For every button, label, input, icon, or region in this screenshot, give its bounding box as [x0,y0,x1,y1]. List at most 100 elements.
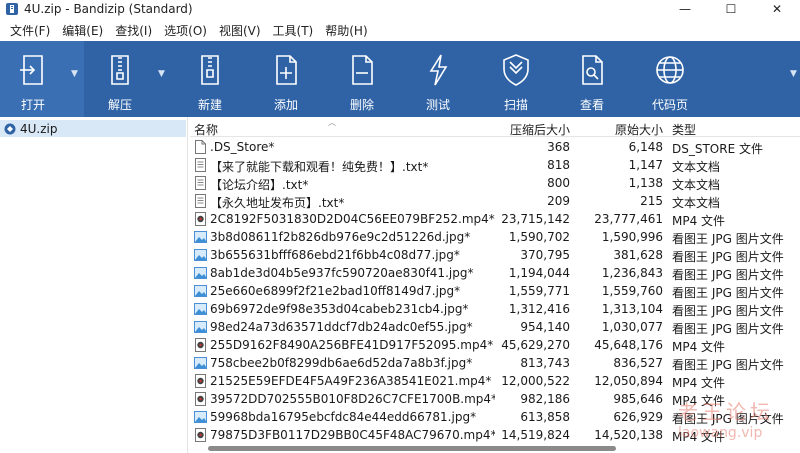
file-compressed-size: 1,312,416 [508,302,570,316]
file-original-size: 1,313,104 [601,302,663,316]
menu-edit[interactable]: 编辑(E) [56,22,109,39]
file-type: 看图王 JPG 图片文件 [672,304,784,318]
file-row[interactable]: 758cbee2b0f8299db6ae6d52da7a8b3f.jpg* 813… [190,354,800,372]
image-file-icon [194,320,207,334]
horizontal-scrollbar[interactable] [190,443,790,453]
file-row[interactable]: 8ab1de3d04b5e937fc590720ae830f41.jpg* 1,1… [190,264,800,282]
file-original-size: 6,148 [628,140,663,154]
video-file-icon [194,212,207,226]
menu-options[interactable]: 选项(O) [158,22,213,39]
file-compressed-size: 14,519,824 [501,428,570,442]
file-row[interactable]: 69b6972de9f98e353d04cabeb231cb4.jpg* 1,31… [190,300,800,318]
open-dropdown[interactable]: ▼ [66,41,84,117]
open-button[interactable]: 打开 [0,41,66,117]
file-row[interactable]: 【永久地址发布页】.txt* 209 215 文本文档 [190,192,800,210]
menu-tools[interactable]: 工具(T) [267,22,320,39]
file-compressed-size: 45,629,270 [501,338,570,352]
file-name: 3b655631bfff686ebd21f6bb4c08d77.jpg* [210,248,460,262]
open-icon [20,55,43,85]
file-name: 【论坛介绍】.txt* [210,178,309,192]
file-compressed-size: 813,743 [520,356,570,370]
file-row[interactable]: 3b8d08611f2b826db976e9c2d51226d.jpg* 1,59… [190,228,800,246]
scan-button[interactable]: 扫描 [490,41,542,117]
zip-archive-icon [4,123,16,134]
test-button[interactable]: 测试 [412,41,464,117]
file-name: 758cbee2b0f8299db6ae6d52da7a8b3f.jpg* [210,356,473,370]
file-compressed-size: 613,858 [520,410,570,424]
toolbar-overflow-icon[interactable]: ▼ [790,69,797,79]
file-type: 看图王 JPG 图片文件 [672,358,784,372]
file-row[interactable]: 2C8192F5031830D2D04C56EE079BF252.mp4* 23,… [190,210,800,228]
file-type: 看图王 JPG 图片文件 [672,232,784,246]
file-name: 3b8d08611f2b826db976e9c2d51226d.jpg* [210,230,471,244]
file-compressed-size: 1,194,044 [508,266,570,280]
image-file-icon [194,266,207,280]
file-compressed-size: 368 [547,140,570,154]
file-type: MP4 文件 [672,376,726,390]
file-original-size: 1,236,843 [601,266,663,280]
file-type: MP4 文件 [672,340,726,354]
menu-help[interactable]: 帮助(H) [319,22,373,39]
maximize-button[interactable]: ☐ [708,0,754,18]
horizontal-scroll-thumb[interactable] [208,446,616,451]
video-file-icon [194,374,207,388]
test-label: 测试 [425,98,450,112]
new-archive-label: 新建 [197,98,222,112]
menu-find[interactable]: 查找(I) [109,22,158,39]
file-original-size: 1,559,760 [601,284,663,298]
file-type: 看图王 JPG 图片文件 [672,322,784,336]
file-row[interactable]: .DS_Store* 368 6,148 DS_STORE 文件 [190,138,800,156]
column-header-name[interactable]: 名称 [194,121,218,138]
file-row[interactable]: 98ed24a73d63571ddcf7db24adc0ef55.jpg* 954… [190,318,800,336]
file-row[interactable]: 255D9162F8490A256BFE41D917F52095.mp4* 45,… [190,336,800,354]
file-row[interactable]: 21525E59EFDE4F5A49F236A38541E021.mp4* 12,… [190,372,800,390]
file-name: 25e660e6899f2f21e2bad10ff8149d7.jpg* [210,284,461,298]
file-compressed-size: 370,795 [520,248,570,262]
file-original-size: 1,030,077 [601,320,663,334]
chevron-down-icon: ▼ [71,69,78,79]
file-original-size: 1,138 [628,176,663,190]
window-title: 4U.zip - Bandizip (Standard) [24,2,193,16]
image-file-icon [194,248,207,262]
file-name: 79875D3FB0117D29BB0C45F48AC79670.mp4* [210,428,495,442]
file-name: 2C8192F5031830D2D04C56EE079BF252.mp4* [210,212,495,226]
menu-file[interactable]: 文件(F) [4,22,56,39]
view-button[interactable]: 查看 [566,41,618,117]
add-button[interactable]: 添加 [260,41,312,117]
file-row[interactable]: 【来了就能下载和观看！纯免费！】.txt* 818 1,147 文本文档 [190,156,800,174]
column-header-compressed[interactable]: 压缩后大小 [510,121,570,138]
delete-button[interactable]: 删除 [336,41,388,117]
file-row[interactable]: 【论坛介绍】.txt* 800 1,138 文本文档 [190,174,800,192]
close-button[interactable]: ✕ [754,0,800,18]
tree-root-item[interactable]: 4U.zip [0,120,186,137]
scan-label: 扫描 [503,98,528,112]
file-type: 文本文档 [672,178,721,192]
video-file-icon [194,428,207,442]
chevron-down-icon[interactable]: ▼ [158,69,165,79]
video-file-icon [194,392,207,406]
image-file-icon [194,230,207,244]
file-name: 69b6972de9f98e353d04cabeb231cb4.jpg* [210,302,469,316]
video-file-icon [194,338,207,352]
codepage-label: 代码页 [651,98,688,112]
file-name: 【永久地址发布页】.txt* [210,196,345,210]
watermark-url: laowang.vip [678,425,763,441]
extract-button[interactable]: 解压 [94,41,146,117]
file-original-size: 836,527 [613,356,663,370]
minimize-button[interactable]: — [662,0,708,18]
text-file-icon [194,158,207,172]
text-file-icon [194,194,207,208]
file-name: 255D9162F8490A256BFE41D917F52095.mp4* [210,338,494,352]
new-archive-button[interactable]: 新建 [184,41,236,117]
window-controls: — ☐ ✕ [662,0,800,18]
menu-view[interactable]: 视图(V) [213,22,267,39]
file-type: 看图王 JPG 图片文件 [672,250,784,264]
file-row[interactable]: 3b655631bfff686ebd21f6bb4c08d77.jpg* 370,… [190,246,800,264]
file-name: 【来了就能下载和观看！纯免费！】.txt* [210,160,429,174]
column-header-original[interactable]: 原始大小 [615,121,663,138]
file-row[interactable]: 25e660e6899f2f21e2bad10ff8149d7.jpg* 1,55… [190,282,800,300]
extract-icon [111,55,129,85]
codepage-button[interactable]: 代码页 [642,41,698,117]
add-label: 添加 [273,98,298,112]
column-header-type[interactable]: 类型 [672,121,696,138]
